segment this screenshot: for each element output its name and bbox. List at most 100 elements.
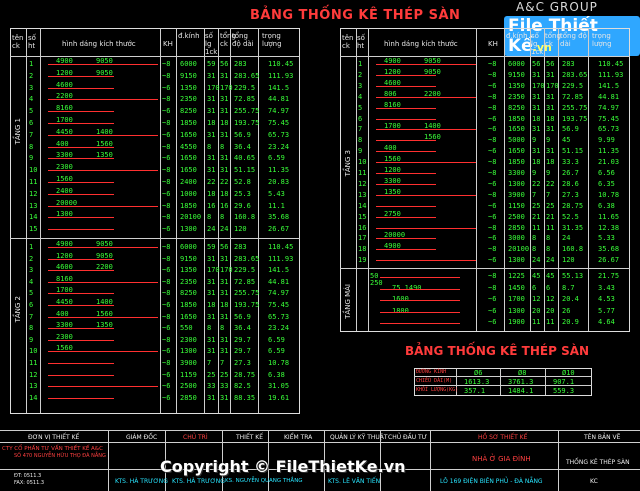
row-number: 13: [358, 190, 367, 199]
row-number: 1: [358, 60, 363, 68]
shape-dim-c: 1800: [392, 306, 409, 315]
bar-mark: ~6: [162, 154, 171, 163]
bar-qty: 170: [207, 266, 220, 275]
rebar-shape: [376, 205, 436, 207]
bar-mark: ~8: [162, 277, 171, 286]
total-length: 24: [562, 234, 571, 243]
rebar-shape: [376, 183, 436, 185]
weight: 5.77: [598, 306, 615, 315]
weight: 12.38: [598, 223, 620, 232]
bar-mark: ~6: [488, 212, 497, 221]
bar-total: 31: [220, 393, 229, 402]
bar-qty: 31: [532, 125, 541, 134]
bar-mark: ~6: [162, 130, 171, 139]
rebar-shape: [48, 247, 158, 248]
bar-length: 1300: [508, 179, 525, 188]
project-location: LÔ 169 ĐIỆN BIÊN PHỦ - ĐÀ NẴNG: [440, 478, 543, 485]
row-number: 13: [29, 201, 38, 210]
bar-length: 1850: [508, 114, 525, 123]
bar-mark: ~6: [488, 147, 497, 156]
bar-total: 6: [546, 283, 551, 292]
total-length: 283: [234, 60, 247, 68]
check-label: KIỂM TRA: [284, 434, 313, 441]
bar-qty: 31: [532, 70, 541, 79]
bar-mark: ~8: [488, 92, 497, 101]
rebar-shape: [380, 311, 460, 313]
rebar-shape: [376, 238, 436, 240]
row-number: 11: [29, 178, 38, 186]
bar-mark: ~8: [162, 71, 171, 80]
weight: 21.03: [598, 158, 620, 167]
weight: 111.93: [268, 71, 294, 80]
bar-total: 56: [220, 243, 229, 251]
rebar-shape: [376, 194, 476, 196]
total-length: 283: [234, 243, 247, 251]
rebar-shape: [48, 123, 114, 124]
bar-mark: ~8: [162, 359, 171, 367]
weight: 74.97: [598, 103, 620, 112]
bar-qty: 31: [207, 154, 216, 163]
rebar-shape: [380, 277, 460, 278]
bar-total: 31: [546, 92, 555, 101]
bar-length: 9150: [180, 71, 197, 80]
col-name: tên ck: [342, 34, 354, 50]
bar-total: 8: [546, 245, 551, 254]
bar-mark: ~6: [162, 266, 171, 275]
floor-label-1: TẦNG 1: [14, 118, 22, 145]
weight: 11.65: [598, 212, 620, 221]
summary-header-d10: Ø10: [562, 369, 575, 377]
bar-mark: ~8: [488, 60, 497, 68]
bar-length: 1650: [180, 130, 197, 139]
director-name: KTS. HÀ TRƯƠNG: [115, 478, 168, 485]
row-number: 5: [358, 103, 363, 112]
total-length: 72.85: [234, 277, 256, 286]
total-length: 193.75: [234, 301, 260, 309]
weight: 44.81: [268, 277, 290, 286]
bar-total: 31: [546, 125, 555, 134]
sheet-code: KC: [590, 478, 598, 485]
checker-name: KTS. LÊ VĂN TIẾN: [328, 478, 381, 485]
shape-dim-b: 250: [370, 279, 383, 287]
rebar-shape: [48, 193, 114, 195]
project-name: NHÀ Ở GIA ĐÌNH: [472, 455, 531, 463]
bar-qty: 21: [532, 212, 541, 221]
summary-row1-d6: 1613.3: [464, 378, 490, 386]
bar-mark: ~8: [162, 60, 171, 68]
bar-length: 1650: [508, 125, 525, 134]
row-number: 2: [358, 70, 363, 79]
bar-length: 6000: [180, 243, 197, 251]
bar-length: 2350: [180, 277, 197, 286]
left-table: [10, 28, 300, 414]
bar-length: 1350: [180, 266, 197, 275]
rebar-shape: [48, 182, 114, 183]
bar-total: 56: [546, 60, 555, 68]
bar-mark: ~8: [488, 103, 497, 112]
bar-length: 1650: [180, 312, 197, 321]
bar-length: 3300: [508, 169, 525, 177]
row-number: 7: [358, 125, 363, 134]
rebar-shape: [48, 397, 114, 399]
weight: 65.73: [268, 130, 290, 139]
bar-total: 18: [220, 119, 229, 127]
weight: 74.97: [268, 289, 290, 298]
total-length: 33.3: [562, 158, 579, 167]
bar-mark: ~6: [162, 225, 171, 234]
bar-total: 31: [220, 254, 229, 263]
col-length: tổng độ dài: [560, 32, 587, 48]
total-length: 29.7: [234, 347, 251, 356]
bar-total: 31: [220, 154, 229, 163]
weight: 23.24: [268, 142, 290, 151]
bar-total: 33: [220, 382, 229, 391]
row-number: 9: [29, 335, 34, 344]
rebar-shape: [48, 170, 158, 172]
bar-mark: ~6: [488, 114, 497, 123]
bar-mark: ~8: [162, 166, 171, 175]
bar-mark: ~8: [488, 272, 497, 280]
company-name: CTY CỔ PHẦN TƯ VẤN THIẾT KẾ A&C: [2, 446, 103, 452]
bar-total: 31: [220, 312, 229, 321]
bar-total: 22: [220, 178, 229, 186]
col-length: tổng độ dài: [232, 32, 254, 48]
weight: 110.45: [268, 60, 294, 68]
weight: 31.05: [268, 382, 290, 391]
row-number: 2: [29, 254, 34, 263]
